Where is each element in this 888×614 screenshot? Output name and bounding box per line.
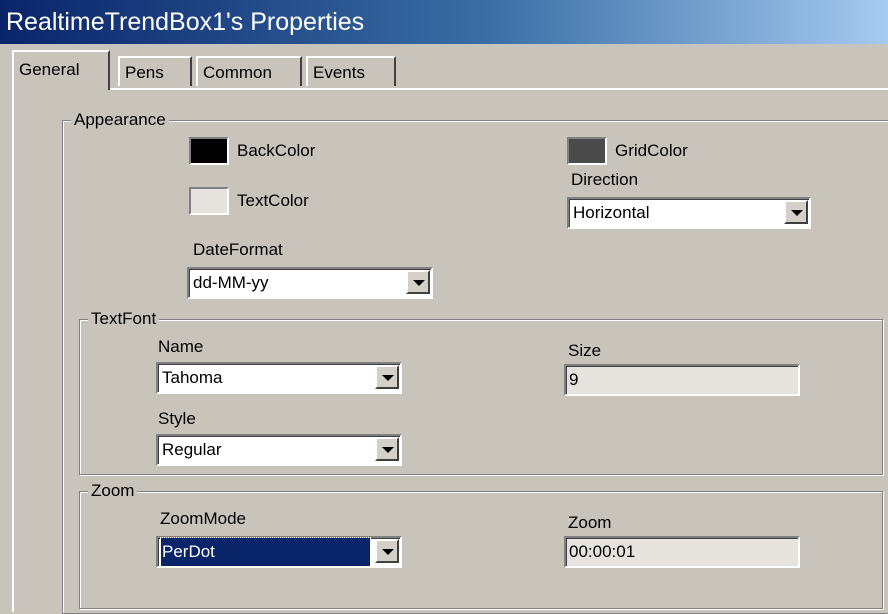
direction-dropdown-arrow-icon[interactable]: [784, 200, 808, 224]
tab-general[interactable]: General: [12, 50, 110, 90]
tab-pens[interactable]: Pens: [118, 56, 192, 86]
font-name-label: Name: [158, 337, 204, 356]
date-format-label: DateFormat: [193, 240, 283, 259]
zoom-mode-dropdown-arrow-icon[interactable]: [375, 539, 399, 563]
appearance-legend: Appearance: [71, 109, 169, 131]
date-format-combobox[interactable]: dd-MM-yy: [187, 267, 433, 299]
font-size-input[interactable]: [564, 364, 800, 396]
font-size-label: Size: [568, 341, 602, 360]
back-color-label: BackColor: [237, 141, 316, 160]
font-style-dropdown-arrow-icon[interactable]: [375, 437, 399, 461]
window-title: RealtimeTrendBox1's Properties: [6, 8, 365, 36]
appearance-group: Appearance BackColor TextColor GridColor…: [62, 109, 888, 614]
window-title-bar[interactable]: RealtimeTrendBox1's Properties: [0, 0, 888, 44]
tab-events[interactable]: Events: [306, 56, 396, 86]
date-format-dropdown-arrow-icon[interactable]: [406, 270, 430, 294]
zoom-mode-value: PerDot: [160, 537, 371, 567]
back-color-swatch[interactable]: [189, 137, 229, 165]
zoom-group: Zoom ZoomMode PerDot Zoom: [79, 480, 883, 609]
zoom-legend: Zoom: [88, 480, 138, 502]
grid-color-label: GridColor: [615, 141, 688, 160]
grid-color-swatch[interactable]: [567, 137, 607, 165]
tab-page-general: Appearance BackColor TextColor GridColor…: [12, 88, 888, 614]
tab-common[interactable]: Common: [196, 56, 302, 86]
font-name-dropdown-arrow-icon[interactable]: [375, 365, 399, 389]
text-font-group: TextFont Name Tahoma Size Style Regular: [79, 308, 883, 475]
text-font-legend: TextFont: [88, 308, 160, 330]
font-style-label: Style: [158, 409, 196, 428]
font-style-combobox[interactable]: Regular: [156, 434, 402, 466]
font-name-combobox[interactable]: Tahoma: [156, 362, 402, 394]
direction-value: Horizontal: [573, 203, 650, 222]
font-style-value: Regular: [162, 440, 222, 459]
font-name-value: Tahoma: [162, 368, 223, 387]
zoom-label: Zoom: [568, 513, 612, 532]
zoom-input[interactable]: [564, 536, 800, 568]
text-color-label: TextColor: [237, 191, 309, 210]
direction-combobox[interactable]: Horizontal: [567, 197, 811, 229]
zoom-mode-combobox[interactable]: PerDot: [156, 536, 402, 568]
zoom-mode-label: ZoomMode: [160, 509, 246, 528]
date-format-value: dd-MM-yy: [193, 273, 269, 292]
direction-label: Direction: [571, 170, 639, 189]
text-color-swatch[interactable]: [189, 187, 229, 215]
